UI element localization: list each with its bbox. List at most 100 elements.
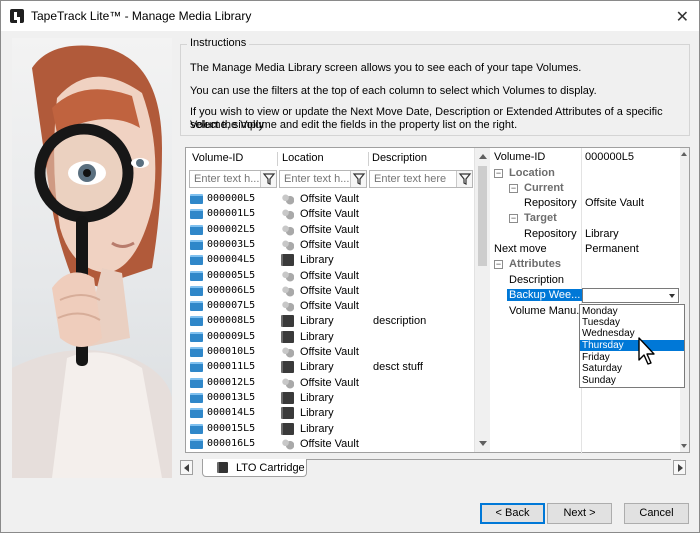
title-bar[interactable]: TapeTrack Lite™ - Manage Media Library ✕	[1, 1, 699, 31]
cancel-button[interactable]: Cancel	[624, 503, 689, 524]
column-header-location[interactable]: Location	[282, 152, 324, 168]
collapse-target-icon[interactable]: −	[509, 214, 518, 223]
collapse-current-icon[interactable]: −	[509, 184, 518, 193]
table-row[interactable]: 000009L5 Library	[190, 330, 470, 345]
property-grid: Volume-ID 000000L5 − Location − Current …	[490, 147, 690, 454]
column-header-description[interactable]: Description	[372, 152, 427, 168]
prop-label-location: Location	[509, 167, 555, 179]
table-row[interactable]: 000000L5 Offsite Vault	[190, 192, 470, 207]
table-row[interactable]: 000002L5 Offsite Vault	[190, 223, 470, 238]
tab-scroll-right-icon[interactable]	[673, 460, 686, 475]
dropdown-option-sunday[interactable]: Sunday	[580, 375, 684, 386]
filter-location[interactable]	[279, 170, 367, 188]
table-row[interactable]: 000008L5 Library description	[190, 314, 470, 329]
funnel-icon[interactable]	[260, 171, 276, 187]
tape-volume-icon	[190, 239, 203, 250]
dropdown-option-friday[interactable]: Friday	[580, 352, 684, 363]
prop-category-target[interactable]: − Target	[490, 211, 680, 226]
offsite-vault-icon	[281, 269, 294, 282]
column-header-volume-id[interactable]: Volume-ID	[192, 152, 243, 168]
grid-vertical-scrollbar[interactable]	[474, 148, 490, 452]
volume-id-cell: 000014L5	[207, 407, 256, 419]
column-divider[interactable]	[368, 152, 369, 166]
prop-row-next-move[interactable]: Next move Permanent	[490, 242, 680, 257]
next-button[interactable]: Next >	[547, 503, 612, 524]
tape-volume-icon	[190, 408, 203, 419]
table-row[interactable]: 000004L5 Library	[190, 253, 470, 268]
library-icon	[281, 407, 294, 420]
prop-row-backup-week[interactable]: Backup Wee...	[490, 288, 680, 303]
scroll-thumb[interactable]	[478, 166, 487, 266]
collapse-location-icon[interactable]: −	[494, 169, 503, 178]
scroll-up-icon[interactable]	[479, 154, 487, 159]
table-row[interactable]: 000012L5 Offsite Vault	[190, 376, 470, 391]
location-cell: Offsite Vault	[300, 208, 359, 221]
table-row[interactable]: 000003L5 Offsite Vault	[190, 238, 470, 253]
column-divider[interactable]	[277, 152, 278, 166]
prop-value-volume-id[interactable]: 000000L5	[585, 151, 634, 163]
instructions-paragraph-3b: select the Volume and edit the fields in…	[190, 119, 518, 131]
tab-lto-cartridge[interactable]: LTO Cartridge	[202, 459, 307, 477]
scroll-down-icon[interactable]	[681, 444, 687, 448]
close-icon[interactable]: ✕	[676, 7, 689, 27]
table-row[interactable]: 000015L5 Library	[190, 422, 470, 437]
portrait-illustration	[12, 45, 172, 478]
prop-row-current-repository[interactable]: Repository Offsite Vault	[490, 196, 680, 211]
table-row[interactable]: 000001L5 Offsite Vault	[190, 207, 470, 222]
prop-row-description[interactable]: Description	[490, 273, 680, 288]
lto-cartridge-icon	[217, 462, 228, 473]
back-button[interactable]: < Back	[480, 503, 545, 524]
table-row[interactable]: 000016L5 Offsite Vault	[190, 437, 470, 452]
scroll-down-icon[interactable]	[479, 441, 487, 446]
volume-id-cell: 000012L5	[207, 376, 256, 388]
location-cell: Offsite Vault	[300, 238, 359, 251]
dropdown-option-saturday[interactable]: Saturday	[580, 363, 684, 374]
table-row[interactable]: 000007L5 Offsite Vault	[190, 299, 470, 314]
tab-scroll-left-icon[interactable]	[180, 460, 193, 475]
chevron-down-icon[interactable]	[666, 289, 678, 302]
prop-category-current[interactable]: − Current	[490, 181, 680, 196]
instructions-legend: Instructions	[187, 37, 250, 49]
table-row[interactable]: 000005L5 Offsite Vault	[190, 269, 470, 284]
prop-label-description: Description	[509, 274, 565, 286]
dropdown-option-wednesday[interactable]: Wednesday	[580, 328, 684, 339]
filter-location-input[interactable]	[280, 171, 350, 187]
prop-value-next-move[interactable]: Permanent	[585, 243, 639, 255]
table-row[interactable]: 000010L5 Offsite Vault	[190, 345, 470, 360]
filter-volume-id-input[interactable]	[190, 171, 260, 187]
property-scrollbar[interactable]	[680, 148, 689, 452]
filter-description[interactable]	[369, 170, 473, 188]
dropdown-option-monday[interactable]: Monday	[580, 306, 684, 317]
tape-volume-icon	[190, 392, 203, 403]
tape-volume-icon	[190, 209, 203, 220]
offsite-vault-icon	[281, 300, 294, 313]
scroll-up-icon[interactable]	[681, 152, 687, 156]
dropdown-option-tuesday[interactable]: Tuesday	[580, 317, 684, 328]
prop-category-attributes[interactable]: − Attributes	[490, 257, 680, 272]
location-cell: Library	[300, 422, 334, 435]
prop-value-current-repository[interactable]: Offsite Vault	[585, 197, 644, 209]
table-row[interactable]: 000011L5 Library desct stuff	[190, 360, 470, 375]
tape-volume-icon	[190, 224, 203, 235]
prop-row-target-repository[interactable]: Repository Library	[490, 227, 680, 242]
prop-row-volume-id[interactable]: Volume-ID 000000L5	[490, 150, 680, 165]
funnel-icon[interactable]	[456, 171, 472, 187]
backup-week-combobox[interactable]	[582, 288, 679, 303]
prop-category-location[interactable]: − Location	[490, 166, 680, 181]
filter-volume-id[interactable]	[189, 170, 277, 188]
weekday-dropdown-list[interactable]: Monday Tuesday Wednesday Thursday Friday…	[579, 304, 685, 388]
location-cell: Offsite Vault	[300, 193, 359, 205]
funnel-icon[interactable]	[350, 171, 366, 187]
dropdown-option-thursday[interactable]: Thursday	[580, 340, 684, 351]
table-row[interactable]: 000014L5 Library	[190, 406, 470, 421]
offsite-vault-icon	[281, 238, 294, 251]
prop-value-target-repository[interactable]: Library	[585, 228, 619, 240]
instructions-paragraph-2: You can use the filters at the top of ea…	[190, 85, 597, 97]
collapse-attributes-icon[interactable]: −	[494, 260, 503, 269]
table-row[interactable]: 000006L5 Offsite Vault	[190, 284, 470, 299]
tape-volume-icon	[190, 255, 203, 266]
table-row[interactable]: 000013L5 Library	[190, 391, 470, 406]
description-cell: description	[373, 315, 427, 328]
filter-description-input[interactable]	[370, 171, 456, 187]
location-cell: Library	[300, 391, 334, 404]
